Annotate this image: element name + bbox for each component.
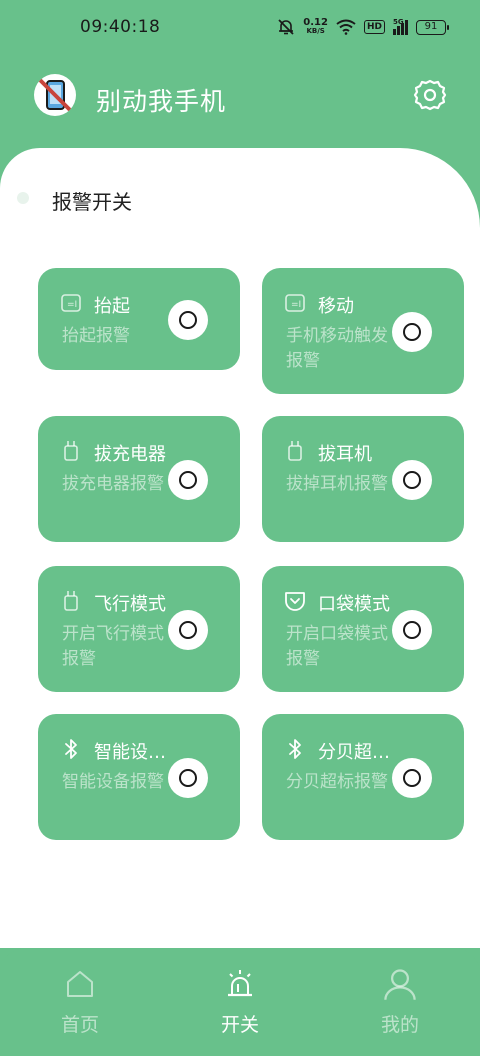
alarm-card-lift[interactable]: =I 抬起 抬起报警 — [38, 268, 240, 370]
section-dot — [17, 192, 29, 204]
signal-icon: 5G — [393, 18, 408, 35]
alarm-card-airplane[interactable]: 飞行模式 开启飞行模式报警 — [38, 566, 240, 692]
app-title: 别动我手机 — [96, 87, 227, 116]
card-title: 移动 — [318, 296, 354, 317]
plug-icon — [64, 591, 78, 611]
card-desc: 拔充电器报警 — [62, 474, 164, 494]
card-title: 智能设… — [94, 742, 166, 763]
home-icon — [67, 971, 93, 997]
charger-plug-icon — [64, 441, 78, 461]
bluetooth-icon — [289, 739, 301, 759]
alarm-card-smart-device[interactable]: 智能设… 智能设备报警 — [38, 714, 240, 840]
toggle-switch[interactable] — [168, 758, 208, 798]
user-icon — [384, 969, 416, 1000]
toggle-switch[interactable] — [392, 610, 432, 650]
net-speed: 0.12 KB/S — [303, 17, 328, 36]
svg-text:=I: =I — [67, 300, 77, 310]
toggle-switch[interactable] — [392, 460, 432, 500]
card-title: 拔耳机 — [318, 444, 372, 465]
card-title: 分贝超… — [318, 742, 390, 763]
phone-move-icon: =I — [285, 294, 305, 312]
card-desc: 开启飞行模式报警 — [62, 624, 164, 669]
phone-lift-icon: =I — [61, 294, 81, 312]
toggle-switch[interactable] — [168, 300, 208, 340]
toggle-switch[interactable] — [392, 312, 432, 352]
earphone-plug-icon — [288, 441, 302, 461]
card-desc: 拔掉耳机报警 — [286, 474, 388, 494]
bluetooth-icon — [65, 739, 77, 759]
toggle-switch[interactable] — [168, 460, 208, 500]
card-desc: 抬起报警 — [62, 326, 130, 346]
alarm-card-decibel[interactable]: 分贝超… 分贝超标报警 — [262, 714, 464, 840]
card-desc: 手机移动触发报警 — [286, 326, 388, 371]
card-desc: 分贝超标报警 — [286, 772, 388, 792]
settings-button[interactable] — [412, 77, 448, 113]
alarm-card-move[interactable]: =I 移动 手机移动触发报警 — [262, 268, 464, 394]
card-desc: 智能设备报警 — [62, 772, 164, 792]
gear-icon — [413, 79, 447, 111]
toggle-switch[interactable] — [168, 610, 208, 650]
alarm-card-pocket[interactable]: 口袋模式 开启口袋模式报警 — [262, 566, 464, 692]
hd-badge: HD — [363, 20, 385, 34]
nav-label: 首页 — [60, 1014, 99, 1036]
content-panel: 报警开关 =I 抬起 抬起报警 =I 移动 手机移动触发报警 拔充电器 拔充电器… — [0, 148, 480, 948]
nav-item-switch[interactable]: 开关 — [160, 948, 320, 1056]
pocket-icon — [285, 592, 305, 611]
nav-item-mine[interactable]: 我的 — [320, 948, 480, 1056]
status-time: 09:40:18 — [80, 17, 161, 37]
nav-label: 我的 — [380, 1014, 419, 1036]
card-desc: 开启口袋模式报警 — [286, 624, 388, 669]
phone-crossed-icon — [34, 74, 76, 116]
card-title: 抬起 — [94, 296, 130, 317]
alarm-card-charger[interactable]: 拔充电器 拔充电器报警 — [38, 416, 240, 542]
status-bar: 09:40:18 0.12 KB/S HD 5G 91 — [0, 0, 480, 52]
svg-text:=I: =I — [291, 300, 301, 310]
section-title: 报警开关 — [52, 190, 132, 214]
alarm-card-earphone[interactable]: 拔耳机 拔掉耳机报警 — [262, 416, 464, 542]
status-icons: 0.12 KB/S HD 5G 91 — [277, 16, 449, 38]
alarm-light-icon — [228, 970, 252, 997]
app-header: 别动我手机 — [0, 60, 480, 140]
card-title: 口袋模式 — [318, 594, 390, 615]
nav-label: 开关 — [220, 1014, 259, 1036]
card-title: 飞行模式 — [94, 594, 166, 615]
battery-indicator: 91 — [416, 19, 449, 35]
nav-item-home[interactable]: 首页 — [0, 948, 160, 1056]
mute-bell-icon — [278, 19, 294, 35]
bottom-nav: 首页 开关 我的 — [0, 948, 480, 1056]
wifi-icon — [336, 19, 356, 35]
toggle-switch[interactable] — [392, 758, 432, 798]
card-title: 拔充电器 — [94, 444, 166, 465]
